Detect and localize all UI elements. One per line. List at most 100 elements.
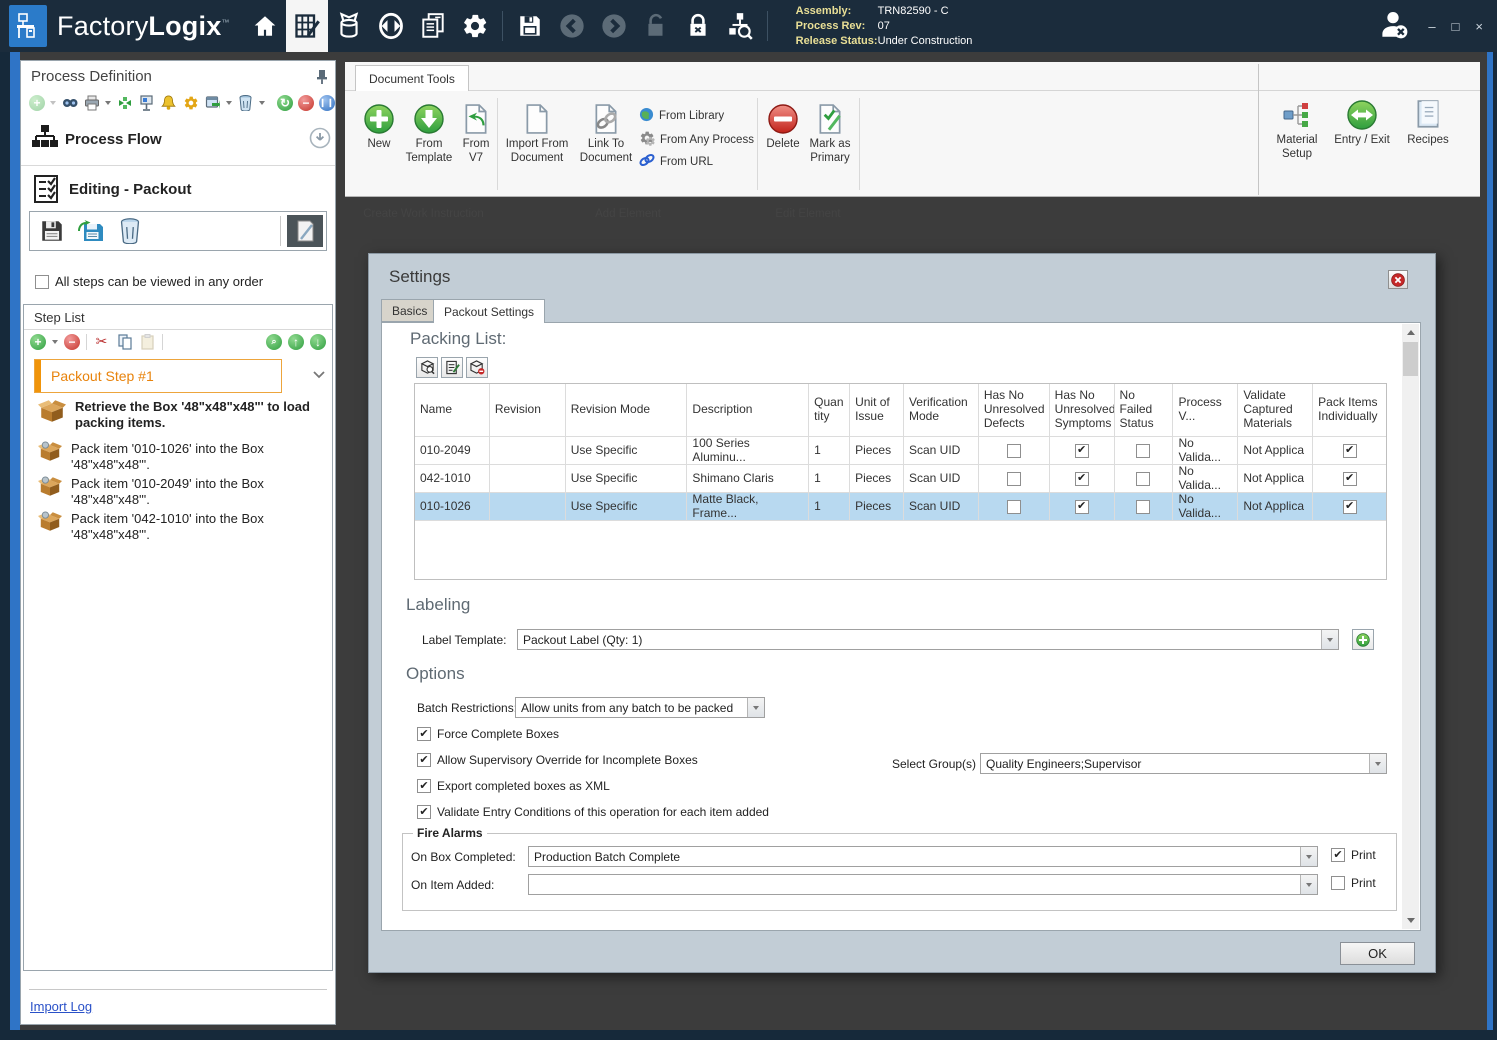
col-header[interactable]: Unit of Issue (850, 384, 904, 436)
on-box-print-checkbox[interactable] (1331, 848, 1345, 862)
export-xml-checkbox[interactable] (417, 779, 431, 793)
col-header[interactable]: Name (415, 384, 490, 436)
trash-icon[interactable] (237, 94, 254, 111)
delete-element-button[interactable]: Delete (763, 102, 803, 152)
from-url-button[interactable]: From URL (639, 153, 713, 170)
zoom-step-icon[interactable]: ⌕ (266, 333, 282, 350)
pause-icon[interactable]: ❙❙ (319, 94, 335, 111)
validate-entry-row[interactable]: Validate Entry Conditions of this operat… (417, 805, 769, 819)
remove-material-icon[interactable] (466, 357, 488, 378)
on-box-completed-select[interactable]: Production Batch Complete (528, 846, 1318, 867)
copy-icon[interactable] (116, 333, 133, 350)
col-header[interactable]: Pack Items Individually (1313, 384, 1386, 436)
import-from-document-button[interactable]: Import From Document (501, 102, 573, 166)
trash-dropdown-icon[interactable] (259, 100, 265, 105)
checkbox[interactable] (1006, 443, 1021, 458)
table-row[interactable]: 010-2049 Use Specific 100 Series Aluminu… (415, 437, 1386, 465)
scroll-down-button[interactable] (1402, 912, 1419, 929)
validate-entry-checkbox[interactable] (417, 805, 431, 819)
remove-icon[interactable]: − (298, 94, 314, 111)
from-any-process-button[interactable]: From Any Process (639, 130, 754, 149)
sync-icon[interactable] (370, 0, 412, 52)
maximize-button[interactable]: □ (1452, 19, 1460, 34)
chevron-down-icon[interactable] (1300, 847, 1317, 866)
col-header[interactable]: Has No Unresolved Symptoms (1050, 384, 1115, 436)
col-header[interactable]: No Failed Status (1115, 384, 1174, 436)
step-list-item[interactable]: Pack item '010-2049' into the Box '48"x4… (38, 476, 324, 508)
new-work-instruction-button[interactable]: New (357, 102, 401, 152)
checkbox[interactable] (1074, 471, 1089, 486)
add-label-template-button[interactable] (1352, 629, 1374, 650)
checkbox[interactable] (1006, 471, 1021, 486)
table-row[interactable]: 042-1010 Use Specific Shimano Claris 1 P… (415, 465, 1386, 493)
tab-packout-settings[interactable]: Packout Settings (433, 299, 546, 323)
chevron-down-icon[interactable] (1300, 875, 1317, 894)
col-header[interactable]: Verification Mode (904, 384, 979, 436)
refresh-icon[interactable]: ↻ (277, 94, 293, 111)
print-icon[interactable] (83, 94, 100, 111)
move-up-icon[interactable]: ↑ (288, 333, 304, 350)
export-window-icon[interactable] (204, 94, 221, 111)
recipes-button[interactable]: Recipes (1401, 98, 1455, 148)
export-xml-row[interactable]: Export completed boxes as XML (417, 779, 610, 793)
pin-icon[interactable] (315, 69, 329, 90)
checkbox[interactable] (1342, 471, 1357, 486)
col-header[interactable]: Revision Mode (566, 384, 688, 436)
find-material-icon[interactable] (416, 357, 438, 378)
edit-list-icon[interactable] (441, 357, 463, 378)
sign-board-icon[interactable] (138, 94, 155, 111)
cut-icon[interactable]: ✂ (93, 333, 110, 350)
collapse-circle-icon[interactable] (309, 127, 331, 154)
batch-restrictions-select[interactable]: Allow units from any batch to be packed (515, 697, 765, 718)
on-item-added-select[interactable] (528, 874, 1318, 895)
edit-mode-button[interactable] (287, 215, 323, 247)
entry-exit-button[interactable]: Entry / Exit (1329, 98, 1395, 148)
from-template-button[interactable]: From Template (403, 102, 455, 166)
scroll-up-button[interactable] (1402, 324, 1419, 341)
dialog-close-button[interactable] (1388, 270, 1408, 289)
user-signout-icon[interactable] (1376, 7, 1410, 46)
print-dropdown-icon[interactable] (105, 100, 111, 105)
from-v7-button[interactable]: From V7 (457, 102, 495, 166)
view-order-checkbox[interactable] (35, 274, 49, 289)
col-header[interactable]: Has No Unresolved Defects (979, 384, 1050, 436)
process-definition-icon[interactable] (285, 0, 328, 52)
add-step-dropdown-icon[interactable] (52, 339, 58, 344)
col-header[interactable]: Revision (490, 384, 566, 436)
delete-step-icon[interactable] (113, 215, 147, 247)
materials-icon[interactable] (328, 0, 370, 52)
chevron-down-icon[interactable] (1369, 754, 1386, 773)
checkbox[interactable] (1006, 499, 1021, 514)
minimize-button[interactable]: – (1428, 19, 1435, 34)
vertical-scrollbar[interactable] (1402, 324, 1419, 929)
checkbox[interactable] (1342, 443, 1357, 458)
table-row-selected[interactable]: 010-1026 Use Specific Matte Black, Frame… (415, 493, 1386, 521)
tab-basics[interactable]: Basics (381, 299, 439, 322)
checkbox[interactable] (1342, 499, 1357, 514)
checkbox[interactable] (1136, 443, 1151, 458)
bell-icon[interactable] (160, 94, 177, 111)
label-template-select[interactable]: Packout Label (Qty: 1) (517, 629, 1339, 650)
documents-icon[interactable] (412, 0, 454, 52)
tab-document-tools[interactable]: Document Tools (355, 65, 469, 91)
step-list-item[interactable]: Pack item '042-1010' into the Box '48"x4… (38, 511, 324, 543)
import-log-link[interactable]: Import Log (30, 999, 92, 1014)
home-icon[interactable] (244, 0, 286, 52)
validate-icon[interactable] (116, 94, 133, 111)
checkbox[interactable] (1136, 499, 1151, 514)
select-groups-select[interactable]: Quality Engineers;Supervisor (980, 753, 1387, 774)
on-box-print-row[interactable]: Print (1331, 848, 1376, 862)
lock-signout-icon[interactable] (677, 0, 719, 52)
chevron-down-icon[interactable] (1321, 630, 1338, 649)
force-complete-checkbox[interactable] (417, 727, 431, 741)
save-step-icon[interactable] (35, 215, 69, 247)
ok-button[interactable]: OK (1340, 942, 1415, 965)
view-order-checkbox-row[interactable]: All steps can be viewed in any order (35, 274, 263, 289)
close-button[interactable]: × (1475, 19, 1483, 34)
settings-gear-icon[interactable] (454, 0, 496, 52)
remove-step-icon[interactable]: − (64, 333, 80, 350)
move-down-icon[interactable]: ↓ (310, 333, 326, 350)
process-search-icon[interactable] (719, 0, 761, 52)
step-expand-chevron-icon[interactable] (312, 367, 326, 385)
link-to-document-button[interactable]: Link To Document (577, 102, 635, 166)
